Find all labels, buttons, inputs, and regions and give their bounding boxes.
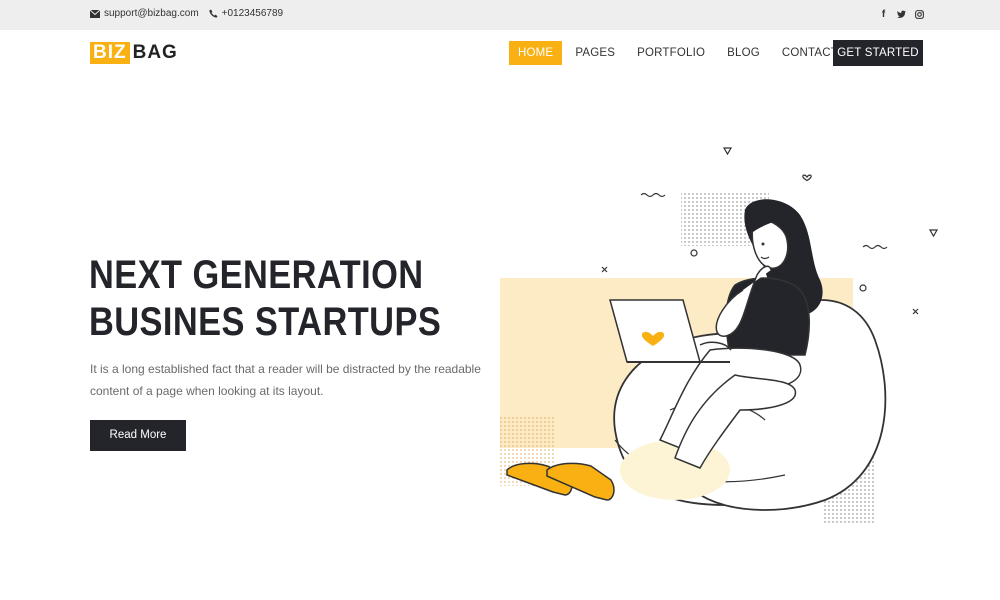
triangle-icon [928, 229, 939, 238]
nav-item-pages[interactable]: PAGES [566, 41, 624, 65]
hero-description: It is a long established fact that a rea… [90, 362, 481, 398]
wave-icon [862, 244, 888, 250]
hero-title: NEXT GENERATION BUSINES STARTUPS [89, 252, 441, 346]
contact-info: support@bizbag.com +0123456789 [90, 8, 283, 19]
phone-icon [209, 9, 218, 18]
twitter-icon[interactable] [897, 8, 906, 20]
hero-title-line-1: NEXT GENERATION [89, 253, 424, 297]
nav-item-home[interactable]: HOME [509, 41, 563, 65]
cross-icon [601, 266, 608, 273]
email-contact[interactable]: support@bizbag.com [90, 8, 199, 19]
main-nav: HOME PAGES PORTFOLIO BLOG CONTACT US [509, 41, 871, 65]
envelope-icon [90, 9, 100, 18]
nav-item-blog[interactable]: BLOG [718, 41, 769, 65]
read-more-button[interactable]: Read More [90, 420, 186, 451]
phone-contact[interactable]: +0123456789 [209, 8, 283, 19]
site-logo[interactable]: BIZ BAG [90, 42, 178, 64]
wave-icon [640, 192, 666, 198]
logo-biz: BIZ [90, 42, 130, 64]
logo-bag: BAG [132, 42, 178, 63]
heart-icon [802, 174, 812, 182]
hero-title-line-2: BUSINES STARTUPS [89, 300, 442, 344]
ring-icon [690, 249, 698, 257]
nav-item-portfolio[interactable]: PORTFOLIO [628, 41, 714, 65]
cross-icon [912, 308, 919, 315]
phone-text: +0123456789 [221, 8, 284, 19]
hero-illustration [499, 147, 939, 524]
get-started-button[interactable]: GET STARTED [833, 40, 923, 66]
email-text: support@bizbag.com [104, 8, 199, 19]
social-links: f [879, 8, 924, 20]
triangle-icon [722, 147, 733, 156]
instagram-icon[interactable] [915, 8, 924, 20]
facebook-icon[interactable]: f [879, 8, 888, 20]
ring-icon [859, 284, 867, 292]
top-bar: support@bizbag.com +0123456789 f [0, 0, 1000, 30]
